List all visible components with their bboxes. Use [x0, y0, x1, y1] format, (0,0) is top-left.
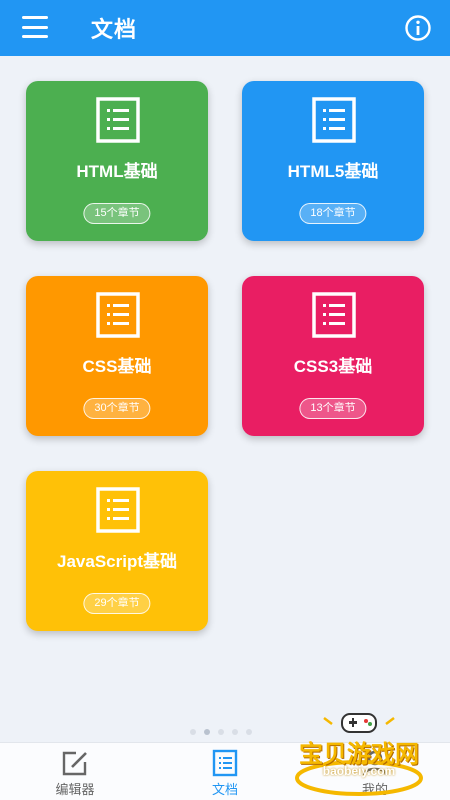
page-dot [232, 729, 238, 735]
nav-label: 文档 [211, 782, 238, 797]
menu-icon[interactable] [22, 16, 48, 38]
card-html-basics[interactable]: HTML基础 15个章节 [26, 81, 208, 241]
chapter-count-badge: 13个章节 [299, 398, 367, 419]
chapter-count-badge: 30个章节 [83, 398, 151, 419]
card-title: HTML5基础 [287, 162, 379, 181]
chapter-count-badge: 29个章节 [83, 593, 151, 614]
page-dot [246, 729, 252, 735]
info-icon[interactable] [404, 14, 432, 42]
chapter-count-badge: 15个章节 [83, 203, 151, 224]
document-icon [96, 487, 140, 533]
card-title: CSS基础 [82, 357, 152, 376]
document-icon [312, 292, 356, 338]
page-indicator [190, 729, 252, 735]
card-html5-basics[interactable]: HTML5基础 18个章节 [242, 81, 424, 241]
person-icon [362, 750, 388, 776]
bottom-navigation: 编辑器 文档 我的 [0, 742, 450, 800]
document-icon [212, 749, 238, 777]
card-javascript-basics[interactable]: JavaScript基础 29个章节 [26, 471, 208, 631]
page-dot [218, 729, 224, 735]
page-dot-active [204, 729, 210, 735]
nav-mine[interactable]: 我的 [330, 749, 420, 798]
document-icon [96, 97, 140, 143]
nav-docs[interactable]: 文档 [180, 749, 270, 798]
card-css3-basics[interactable]: CSS3基础 13个章节 [242, 276, 424, 436]
document-grid: HTML基础 15个章节 HTML5基础 18个章节 CSS基础 30个章节 C… [0, 56, 450, 742]
edit-icon [62, 751, 87, 776]
nav-editor[interactable]: 编辑器 [30, 749, 120, 798]
document-icon [96, 292, 140, 338]
chapter-count-badge: 18个章节 [299, 203, 367, 224]
nav-label: 编辑器 [55, 782, 95, 797]
card-title: CSS3基础 [293, 357, 373, 376]
card-title: JavaScript基础 [57, 552, 177, 571]
card-css-basics[interactable]: CSS基础 30个章节 [26, 276, 208, 436]
card-title: HTML基础 [76, 162, 158, 181]
page-dot [190, 729, 196, 735]
top-app-bar: 文档 [0, 0, 450, 56]
nav-label: 我的 [361, 782, 388, 797]
page-title: 文档 [91, 17, 138, 42]
document-icon [312, 97, 356, 143]
